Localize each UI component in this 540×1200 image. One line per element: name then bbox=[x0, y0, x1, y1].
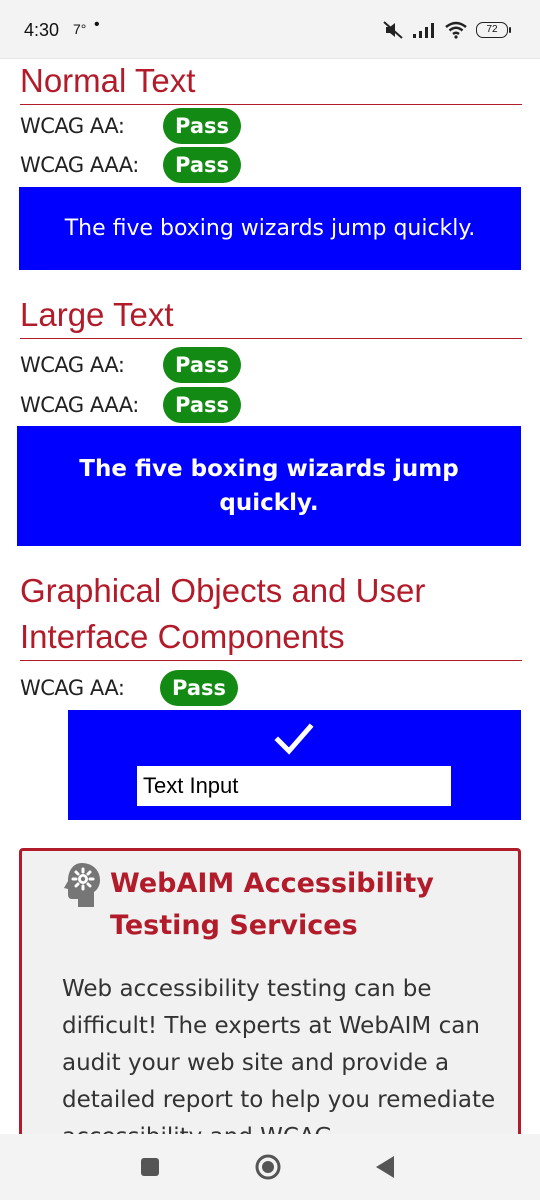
normal-aa-pass-badge: Pass bbox=[163, 108, 241, 144]
text-input-field[interactable] bbox=[137, 766, 451, 806]
ui-components-sample bbox=[68, 710, 521, 820]
battery-icon: 72 bbox=[476, 22, 511, 38]
promo-title[interactable]: WebAIM Accessibility Testing Services bbox=[110, 863, 500, 947]
section-title-normal-text: Normal Text bbox=[20, 58, 522, 105]
section-title-large-text: Large Text bbox=[20, 292, 522, 339]
page-content[interactable]: Normal Text WCAG AA: Pass WCAG AAA: Pass… bbox=[0, 58, 540, 1134]
large-aaa-label: WCAG AAA: bbox=[20, 393, 139, 417]
graphical-aa-pass-badge: Pass bbox=[160, 670, 238, 706]
normal-aaa-label: WCAG AAA: bbox=[20, 153, 139, 177]
status-icons: 72 bbox=[382, 18, 511, 42]
webaim-services-promo[interactable]: WebAIM Accessibility Testing Services We… bbox=[19, 848, 521, 1134]
normal-aaa-pass-badge: Pass bbox=[163, 147, 241, 183]
back-button-icon[interactable] bbox=[370, 1152, 400, 1182]
section-title-graphical-objects: Graphical Objects and User Interface Com… bbox=[20, 568, 522, 661]
gear-head-icon bbox=[64, 863, 100, 907]
status-bar: 4:30 7° • 72 bbox=[0, 0, 540, 59]
recents-button-icon[interactable] bbox=[135, 1152, 165, 1182]
status-time: 4:30 bbox=[24, 20, 60, 40]
wifi-icon bbox=[445, 21, 467, 39]
signal-icon bbox=[413, 23, 434, 38]
normal-aa-label: WCAG AA: bbox=[20, 114, 125, 138]
status-dot: • bbox=[94, 16, 100, 33]
navigation-bar bbox=[0, 1134, 540, 1200]
graphical-aa-label: WCAG AA: bbox=[20, 676, 125, 700]
large-aa-label: WCAG AA: bbox=[20, 353, 125, 377]
normal-text-sample: The five boxing wizards jump quickly. bbox=[19, 187, 521, 270]
large-aaa-pass-badge: Pass bbox=[163, 387, 241, 423]
home-button-icon[interactable] bbox=[253, 1152, 283, 1182]
status-temperature: 7° bbox=[73, 21, 87, 37]
mute-icon bbox=[383, 21, 403, 39]
checkmark-icon bbox=[274, 723, 314, 755]
large-text-sample: The five boxing wizards jump quickly. bbox=[17, 426, 521, 546]
promo-body: Web accessibility testing can be difficu… bbox=[62, 976, 496, 1134]
large-aa-pass-badge: Pass bbox=[163, 347, 241, 383]
